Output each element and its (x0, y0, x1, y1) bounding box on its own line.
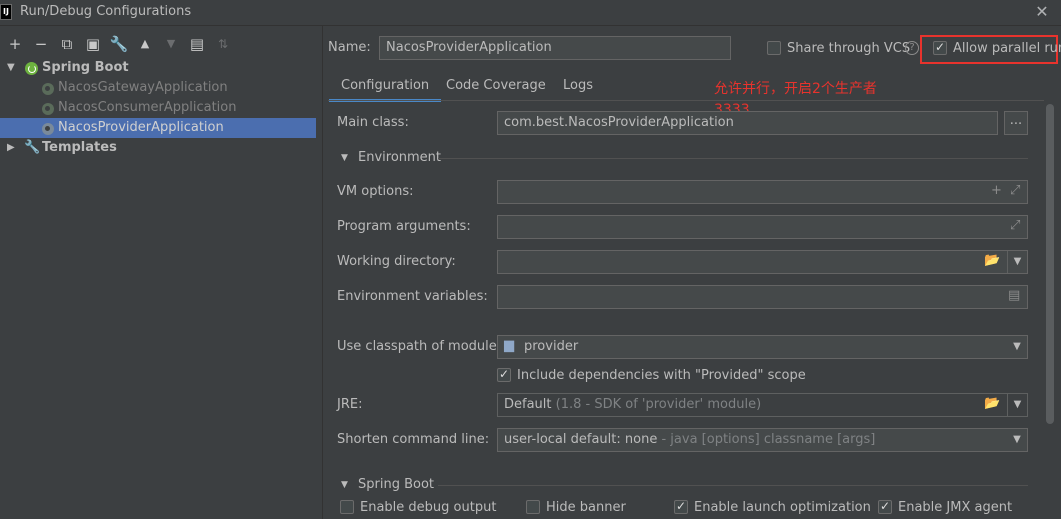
jre-hint: (1.8 - SDK of 'provider' module) (555, 397, 762, 412)
tree-item-provider[interactable]: NacosProviderApplication (0, 118, 316, 138)
add-icon[interactable]: + (5, 34, 25, 54)
working-directory-label: Working directory: (337, 254, 456, 269)
section-collapse-icon[interactable]: ▼ (341, 153, 348, 163)
name-input[interactable]: NacosProviderApplication (379, 36, 731, 60)
window-title: Run/Debug Configurations (20, 4, 192, 19)
name-input-value: NacosProviderApplication (386, 40, 552, 55)
vertical-scrollbar[interactable] (1046, 104, 1054, 424)
remove-icon[interactable]: − (31, 34, 51, 54)
wrench-icon[interactable]: 🔧 (109, 34, 129, 54)
chevron-down-icon[interactable]: ▼ (1007, 336, 1027, 358)
hide-banner-label: Hide banner (546, 500, 626, 515)
tree-item-gateway[interactable]: NacosGatewayApplication (0, 78, 316, 98)
jre-value-text: Default (504, 397, 552, 412)
sort-icon[interactable]: ⇅ (213, 34, 233, 54)
tree-item-label: Spring Boot (42, 60, 129, 75)
main-class-label: Main class: (337, 115, 409, 130)
jre-label: JRE: (337, 397, 363, 412)
vm-options-label: VM options: (337, 184, 414, 199)
folder-icon[interactable]: 📂 (984, 253, 1000, 268)
shorten-hint: - java [options] classname [args] (661, 432, 876, 447)
allow-parallel-run-label: Allow parallel run (953, 41, 1061, 56)
classpath-module-label: Use classpath of module: (337, 339, 502, 354)
allow-parallel-run-checkbox[interactable] (933, 40, 947, 55)
spring-app-icon (42, 123, 54, 135)
tree-item-spring-boot[interactable]: ▼ Spring Boot (0, 58, 316, 78)
include-dependencies-label: Include dependencies with "Provided" sco… (517, 368, 806, 383)
tree-item-templates[interactable]: ▶ 🔧 Templates (0, 138, 316, 158)
working-directory-input[interactable]: 📂 ▼ (497, 250, 1028, 274)
annotation-line: 允许并行，开启2个生产者 (714, 81, 877, 97)
spring-boot-section-title: Spring Boot (358, 477, 435, 492)
jre-select[interactable]: Default (1.8 - SDK of 'provider' module)… (497, 393, 1028, 417)
spring-app-icon (42, 83, 54, 95)
include-dependencies-checkbox[interactable] (497, 367, 511, 382)
wrench-icon: 🔧 (24, 140, 41, 155)
expand-icon[interactable]: ⤢ (1010, 183, 1020, 198)
expand-icon[interactable]: ⤢ (1010, 218, 1020, 233)
move-up-icon[interactable]: ▲ (135, 34, 155, 54)
expand-arrow-icon[interactable]: ▼ (7, 58, 15, 78)
chevron-down-icon[interactable]: ▼ (1007, 394, 1027, 416)
copy-icon[interactable]: ⧉ (57, 34, 77, 54)
new-folder-icon[interactable]: ▤ (187, 34, 207, 54)
move-down-icon[interactable]: ▼ (161, 34, 181, 54)
chevron-down-icon[interactable]: ▼ (1007, 251, 1027, 273)
save-icon[interactable]: ▣ (83, 34, 103, 54)
shorten-value: user-local default: none - java [options… (504, 432, 875, 447)
classpath-module-value: provider (524, 339, 579, 354)
main-class-input[interactable]: com.best.NacosProviderApplication (497, 111, 998, 135)
enable-launch-optimization-label: Enable launch optimization (694, 500, 871, 515)
main-class-value: com.best.NacosProviderApplication (504, 115, 734, 130)
shorten-value-text: user-local default: none (504, 432, 658, 447)
program-arguments-input[interactable]: ⤢ (497, 215, 1028, 239)
tab-configuration[interactable]: Configuration (329, 76, 442, 102)
section-divider (438, 158, 1028, 159)
environment-variables-label: Environment variables: (337, 289, 488, 304)
enable-launch-optimization-checkbox[interactable] (674, 499, 688, 514)
jre-value: Default (1.8 - SDK of 'provider' module) (504, 397, 761, 412)
chevron-down-icon[interactable]: ▼ (1007, 429, 1027, 451)
intellij-logo-icon: IJ (0, 4, 12, 20)
section-divider (438, 485, 1028, 486)
tab-logs[interactable]: Logs (551, 76, 605, 102)
panel-divider[interactable] (322, 26, 323, 519)
edit-list-icon[interactable]: ▤ (1008, 288, 1020, 303)
shorten-command-line-select[interactable]: user-local default: none - java [options… (497, 428, 1028, 452)
classpath-module-select[interactable]: ▆ provider ▼ (497, 335, 1028, 359)
vm-options-input[interactable]: + ⤢ (497, 180, 1028, 204)
enable-debug-output-checkbox[interactable] (340, 500, 354, 514)
tree-item-label: NacosProviderApplication (58, 120, 224, 135)
share-vcs-label: Share through VCS (787, 41, 911, 56)
section-collapse-icon[interactable]: ▼ (341, 480, 348, 490)
tree-item-label: NacosGatewayApplication (58, 80, 228, 95)
program-arguments-label: Program arguments: (337, 219, 471, 234)
collapse-arrow-icon[interactable]: ▶ (7, 138, 15, 158)
folder-icon[interactable]: 📂 (984, 396, 1000, 411)
module-folder-icon: ▆ (504, 338, 514, 353)
enable-jmx-agent-label: Enable JMX agent (898, 500, 1013, 515)
tree-item-label: NacosConsumerApplication (58, 100, 237, 115)
browse-button[interactable]: ... (1004, 111, 1028, 135)
close-icon[interactable]: ✕ (1032, 2, 1052, 22)
spring-boot-icon (25, 62, 38, 75)
hide-banner-checkbox[interactable] (526, 500, 540, 514)
enable-debug-output-label: Enable debug output (360, 500, 497, 515)
enable-jmx-agent-checkbox[interactable] (878, 499, 892, 514)
tab-code-coverage[interactable]: Code Coverage (434, 76, 558, 102)
tab-strip-divider (328, 100, 1044, 101)
environment-variables-input[interactable]: ▤ (497, 285, 1028, 309)
tree-item-consumer[interactable]: NacosConsumerApplication (0, 98, 316, 118)
shorten-command-line-label: Shorten command line: (337, 432, 490, 447)
name-label: Name: (328, 40, 371, 55)
configuration-tree: ▼ Spring Boot NacosGatewayApplication Na… (0, 58, 322, 519)
tree-item-label: Templates (42, 140, 117, 155)
help-icon[interactable]: ? (905, 41, 919, 55)
environment-section-title: Environment (358, 150, 442, 165)
share-vcs-checkbox[interactable] (767, 41, 781, 55)
add-icon[interactable]: + (991, 183, 1002, 198)
spring-app-icon (42, 103, 54, 115)
